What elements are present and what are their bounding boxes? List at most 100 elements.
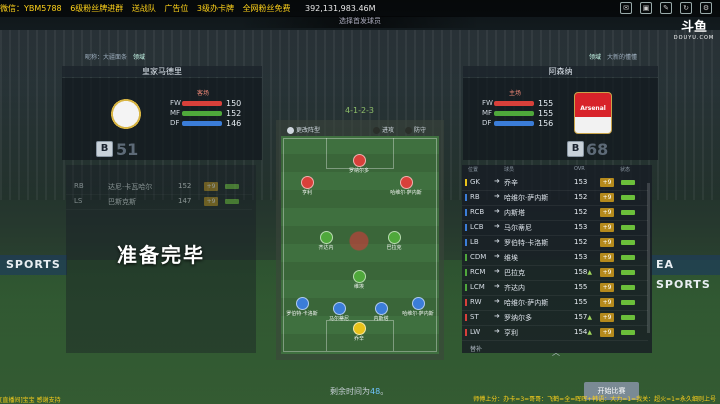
table-row[interactable]: LCB ➜ 马尔蒂尼 153 +9 [462,220,648,236]
form-bar [621,225,635,230]
form-bar [621,285,635,290]
window-title: 选择首发球员 [240,16,480,28]
tab-attack[interactable]: 进攻 [373,125,394,134]
player-marker[interactable] [400,176,413,189]
tab-defense[interactable]: 防守 [405,125,426,134]
player-marker-label: 亨利 [301,190,313,196]
player-marker-label: 马尔蒂尼 [328,316,350,322]
player-name: 亨利 [504,329,518,337]
position-label: RCB [470,208,485,216]
player-marker-label: 罗纳尔多 [348,168,370,174]
arrow-right-icon: ➜ [494,327,500,335]
position-label: RCM [470,268,486,276]
upgrade-badge: +9 [600,298,614,307]
player-name: 维埃 [504,254,518,262]
left-header: 昵称：大疆面条 领域 [85,54,145,61]
upgrade-badge: +9 [600,238,614,247]
player-marker-label: 齐达内 [318,245,334,251]
player-name: 哈维尔·萨内斯 [504,299,549,307]
player-marker[interactable] [301,176,314,189]
position-color-marker [465,179,467,186]
position-color-marker [465,224,467,231]
mail-icon[interactable]: ✉ [620,2,632,14]
table-row[interactable]: RB ➜ 哈维尔·萨内斯 152 +9 [462,190,648,206]
stream-ticker: 微信：YBM5788 6级粉丝牌进群 送战队 广告位 3级办卡牌 全网粉丝免费 [0,3,297,14]
position-color-marker [465,209,467,216]
inventory-icon[interactable]: ▣ [640,2,652,14]
player-ovr: 157▲ [574,313,592,321]
arrow-right-icon: ➜ [494,282,500,290]
table-row[interactable]: RCM ➜ 巴拉克 158▲ +9 [462,265,648,281]
player-ovr: 158▲ [574,268,592,276]
stat-row-df: DF 156 [482,119,554,128]
arrow-right-icon: ➜ [494,177,500,185]
player-ovr: 152 [574,238,588,246]
player-marker[interactable] [353,270,366,283]
player-marker[interactable] [375,302,388,315]
player-name: 马尔蒂尼 [504,224,532,232]
refresh-icon[interactable]: ↻ [680,2,692,14]
position-color-marker [465,239,467,246]
table-row[interactable]: CDM ➜ 维埃 153 +9 [462,250,648,266]
player-name: 哈维尔·萨内斯 [504,194,549,202]
arrow-right-icon: ➜ [494,222,500,230]
form-bar [621,210,635,215]
player-name: 罗纳尔多 [504,314,532,322]
table-row[interactable]: RB 达尼·卡瓦哈尔 152 +9 [66,179,252,195]
player-ovr: 154▲ [574,328,592,336]
coin-balance: 392,131,983.46M [305,4,376,13]
table-row[interactable]: LS 巴斯克斯 147 +9 [66,194,252,210]
form-bar [621,255,635,260]
player-marker[interactable] [353,154,366,167]
table-row[interactable]: LW ➜ 亨利 154▲ +9 [462,325,648,341]
ready-banner: 准备完毕 [117,243,205,267]
form-bar [621,270,635,275]
player-marker[interactable] [353,322,366,335]
player-marker-label: 哈维尔·萨内斯 [390,190,422,196]
player-name: 乔辛 [504,179,518,187]
left-rating-letter: B [96,141,113,157]
player-marker[interactable] [412,297,425,310]
ad-board-left: SPORTS [0,255,67,275]
table-row[interactable]: GK ➜ 乔辛 153 +9 [462,175,648,191]
ticker-item: 6级粉丝牌进群 [70,4,124,13]
upgrade-badge: +9 [600,253,614,262]
player-marker-label: 乔辛 [353,336,365,342]
position-color-marker [465,194,467,201]
player-marker[interactable] [388,231,401,244]
countdown: 剩余时间为48。 [330,387,389,396]
player-marker[interactable] [296,297,309,310]
upgrade-badge: +9 [600,178,614,187]
stat-bar [494,101,534,106]
stat-bar [182,121,222,126]
edit-icon[interactable]: ✎ [660,2,672,14]
left-team-name: 皇家马德里 [62,66,262,77]
ticker-item: 广告位 [164,4,189,13]
stat-bar [182,101,222,106]
substitutes-label[interactable]: 替补 [470,344,482,353]
player-marker-label: 罗伯特·卡洛斯 [286,311,318,317]
stat-row-mf: MF 152 [170,109,242,118]
right-rating: 68 [586,140,609,159]
table-row[interactable]: ST ➜ 罗纳尔多 157▲ +9 [462,310,648,326]
table-row[interactable]: RCB ➜ 内斯塔 152 +9 [462,205,648,221]
right-side-label: 主场 [509,90,522,97]
form-bar [621,240,635,245]
douyu-logo: 斗鱼 DOUYU.COM [673,20,715,41]
player-marker-label: 内斯塔 [373,316,389,322]
table-row[interactable]: LB ➜ 罗伯特·卡洛斯 152 +9 [462,235,648,251]
tab-change-formation[interactable]: 更改阵型 [287,125,320,134]
player-ovr: 155 [574,298,588,306]
table-row[interactable]: LCM ➜ 齐达内 155 +9 [462,280,648,296]
list-scrollbar[interactable] [647,183,650,333]
player-ovr: 152 [574,193,588,201]
settings-icon[interactable]: ⚙ [700,2,712,14]
player-marker[interactable] [333,302,346,315]
real-madrid-crest [108,92,144,132]
table-row[interactable]: RW ➜ 哈维尔·萨内斯 155 +9 [462,295,648,311]
position-label: GK [470,178,481,186]
position-color-marker [465,284,467,291]
chevron-up-icon[interactable]: ︿ [552,347,560,358]
position-label: LCM [470,283,485,291]
player-marker[interactable] [320,231,333,244]
